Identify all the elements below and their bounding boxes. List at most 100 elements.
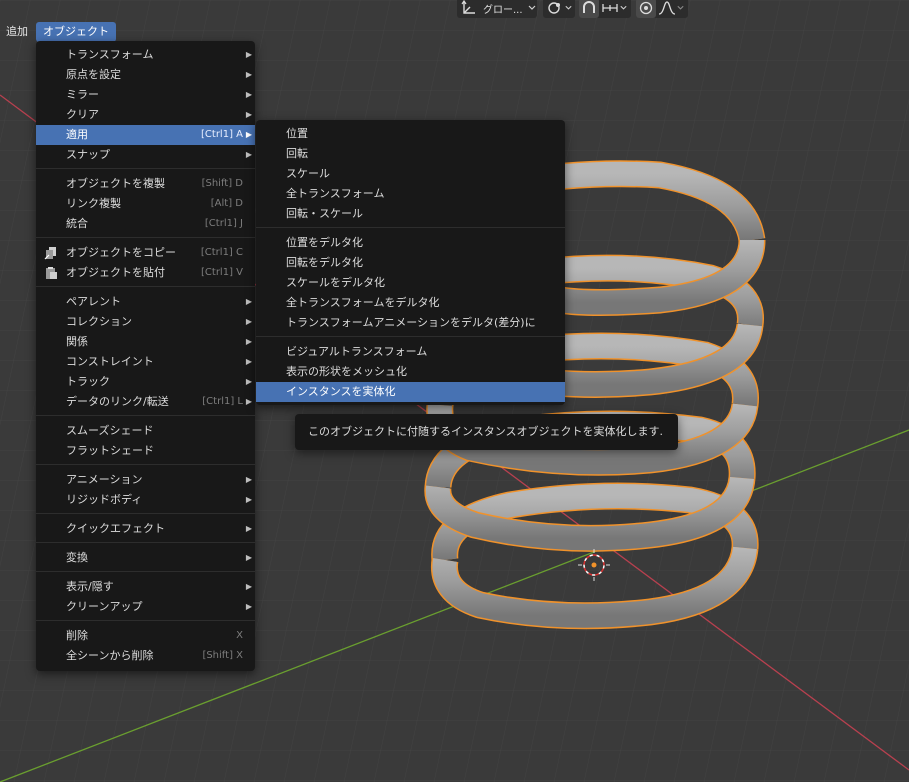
menu-item-label: 変換	[66, 551, 88, 564]
menu-item-shortcut: [Ctrl1] J	[204, 218, 243, 229]
proportional-editing-toggle[interactable]	[636, 0, 656, 18]
menu-item-label: 全トランスフォーム	[286, 187, 385, 200]
submenu-arrow-icon: ▶	[245, 357, 252, 366]
object-menu-item[interactable]: コレクション ▶	[36, 312, 255, 332]
menu-item-label: リジッドボディ	[66, 493, 143, 506]
object-menu-item[interactable]: クイックエフェクト ▶	[36, 519, 255, 539]
menu-object[interactable]: オブジェクト	[36, 22, 116, 42]
menu-item-label: コレクション	[66, 315, 132, 328]
object-menu-item[interactable]: 適用 [Ctrl1] A ▶	[36, 125, 255, 145]
object-menu-item[interactable]: 関係 ▶	[36, 332, 255, 352]
submenu-arrow-icon: ▶	[245, 475, 252, 484]
object-menu-item[interactable]: 原点を設定 ▶	[36, 65, 255, 85]
menu-item-label: フラットシェード	[66, 444, 154, 457]
object-menu-item[interactable]: 変換 ▶	[36, 548, 255, 568]
menu-item-label: 適用	[66, 128, 88, 141]
submenu-arrow-icon: ▶	[245, 130, 252, 139]
proportional-editing-group[interactable]	[636, 0, 688, 18]
apply-submenu: 位置回転スケール全トランスフォーム回転・スケール 位置をデルタ化 回転をデルタ化スケ…	[256, 120, 565, 405]
object-menu-item[interactable]: クリア ▶	[36, 105, 255, 125]
object-menu-item[interactable]: トラック ▶	[36, 372, 255, 392]
submenu-arrow-icon: ▶	[245, 602, 252, 611]
menu-separator	[36, 237, 255, 238]
menu-item-label: 表示/隠す	[66, 580, 114, 593]
object-menu-item[interactable]: リンク複製 [Alt] D	[36, 194, 255, 214]
menu-item-label: 原点を設定	[66, 68, 121, 81]
apply-submenu-item[interactable]: ビジュアルトランスフォーム	[256, 342, 565, 362]
object-menu-item[interactable]: スナップ ▶	[36, 145, 255, 165]
object-menu-item[interactable]: スムーズシェード	[36, 421, 255, 441]
menu-item-shortcut: [Shift] X	[202, 650, 243, 661]
chevron-down-icon	[677, 5, 684, 10]
menu-item-label: データのリンク/転送	[66, 395, 169, 408]
apply-submenu-item[interactable]: トランスフォームアニメーションをデルタ(差分)に	[256, 313, 565, 333]
menu-item-label: スムーズシェード	[66, 424, 154, 437]
object-menu-item[interactable]: クリーンアップ ▶	[36, 597, 255, 617]
proportional-editing-icon	[639, 1, 653, 15]
menu-separator	[256, 336, 565, 337]
apply-submenu-item[interactable]: 表示の形状をメッシュ化	[256, 362, 565, 382]
object-menu-item[interactable]: 表示/隠す ▶	[36, 577, 255, 597]
object-menu-item[interactable]: データのリンク/転送 [Ctrl1] L ▶	[36, 392, 255, 412]
menu-separator	[36, 464, 255, 465]
object-menu-item[interactable]: 削除 X	[36, 626, 255, 646]
falloff-curve-icon	[658, 1, 676, 15]
menu-separator	[36, 286, 255, 287]
menu-item-label: コンストレイント	[66, 355, 154, 368]
apply-submenu-item[interactable]: 位置	[256, 124, 565, 144]
submenu-arrow-icon: ▶	[245, 297, 252, 306]
copy-icon	[44, 247, 56, 260]
apply-submenu-item[interactable]: スケール	[256, 164, 565, 184]
apply-submenu-item[interactable]: 全トランスフォーム	[256, 184, 565, 204]
snap-toggle[interactable]	[579, 0, 599, 18]
menu-item-label: トランスフォームアニメーションをデルタ(差分)に	[286, 316, 536, 329]
menu-item-shortcut: [Ctrl1] A	[201, 129, 243, 140]
object-menu-item[interactable]: 統合 [Ctrl1] J	[36, 214, 255, 234]
menu-item-label: 全シーンから削除	[66, 649, 154, 662]
menu-separator	[36, 571, 255, 572]
menu-add[interactable]: 追加	[0, 22, 34, 42]
apply-submenu-item[interactable]: 回転をデルタ化	[256, 253, 565, 273]
menu-item-shortcut: [Alt] D	[210, 198, 243, 209]
object-menu-item[interactable]: フラットシェード	[36, 441, 255, 461]
menu-item-label: 削除	[66, 629, 88, 642]
object-menu-item[interactable]: コンストレイント ▶	[36, 352, 255, 372]
tooltip-text: このオブジェクトに付随するインスタンスオブジェクトを実体化します.	[308, 425, 664, 438]
submenu-arrow-icon: ▶	[245, 553, 252, 562]
submenu-arrow-icon: ▶	[245, 70, 252, 79]
menu-item-label: トラック	[66, 375, 110, 388]
object-menu-item[interactable]: リジッドボディ ▶	[36, 490, 255, 510]
object-menu-item[interactable]: 全シーンから削除 [Shift] X	[36, 646, 255, 666]
object-menu-item[interactable]: ミラー ▶	[36, 85, 255, 105]
apply-submenu-item[interactable]: 回転	[256, 144, 565, 164]
object-menu-item[interactable]: オブジェクトをコピー [Ctrl1] C	[36, 243, 255, 263]
pivot-point-dropdown[interactable]	[543, 0, 575, 18]
submenu-arrow-icon: ▶	[245, 150, 252, 159]
submenu-arrow-icon: ▶	[245, 337, 252, 346]
transform-orientation-value: グロー...	[483, 4, 523, 16]
submenu-arrow-icon: ▶	[245, 110, 252, 119]
snap-increment-icon	[602, 4, 618, 12]
object-menu-item[interactable]: トランスフォーム ▶	[36, 45, 255, 65]
menu-item-label: アニメーション	[66, 473, 143, 486]
menu-separator	[36, 415, 255, 416]
menu-item-shortcut: [Shift] D	[201, 178, 243, 189]
menu-separator	[36, 620, 255, 621]
apply-submenu-item[interactable]: 全トランスフォームをデルタ化	[256, 293, 565, 313]
apply-submenu-item[interactable]: 位置をデルタ化	[256, 233, 565, 253]
object-menu-item[interactable]: オブジェクトを複製 [Shift] D	[36, 174, 255, 194]
menu-item-label: 表示の形状をメッシュ化	[286, 365, 407, 378]
object-menu-item[interactable]: アニメーション ▶	[36, 470, 255, 490]
object-menu-item[interactable]: オブジェクトを貼付 [Ctrl1] V	[36, 263, 255, 283]
snap-group[interactable]	[579, 0, 631, 18]
apply-submenu-item[interactable]: スケールをデルタ化	[256, 273, 565, 293]
submenu-arrow-icon: ▶	[245, 582, 252, 591]
transform-orientation-dropdown[interactable]: グロー...	[457, 0, 537, 18]
object-menu-item[interactable]: ペアレント ▶	[36, 292, 255, 312]
menu-item-label: スケールをデルタ化	[286, 276, 385, 289]
apply-submenu-item[interactable]: 回転・スケール	[256, 204, 565, 224]
menu-item-label: 回転	[286, 147, 308, 160]
menu-item-label: オブジェクトを複製	[66, 177, 165, 190]
apply-submenu-item[interactable]: インスタンスを実体化	[256, 382, 565, 402]
menu-item-label: オブジェクトをコピー	[66, 246, 176, 259]
